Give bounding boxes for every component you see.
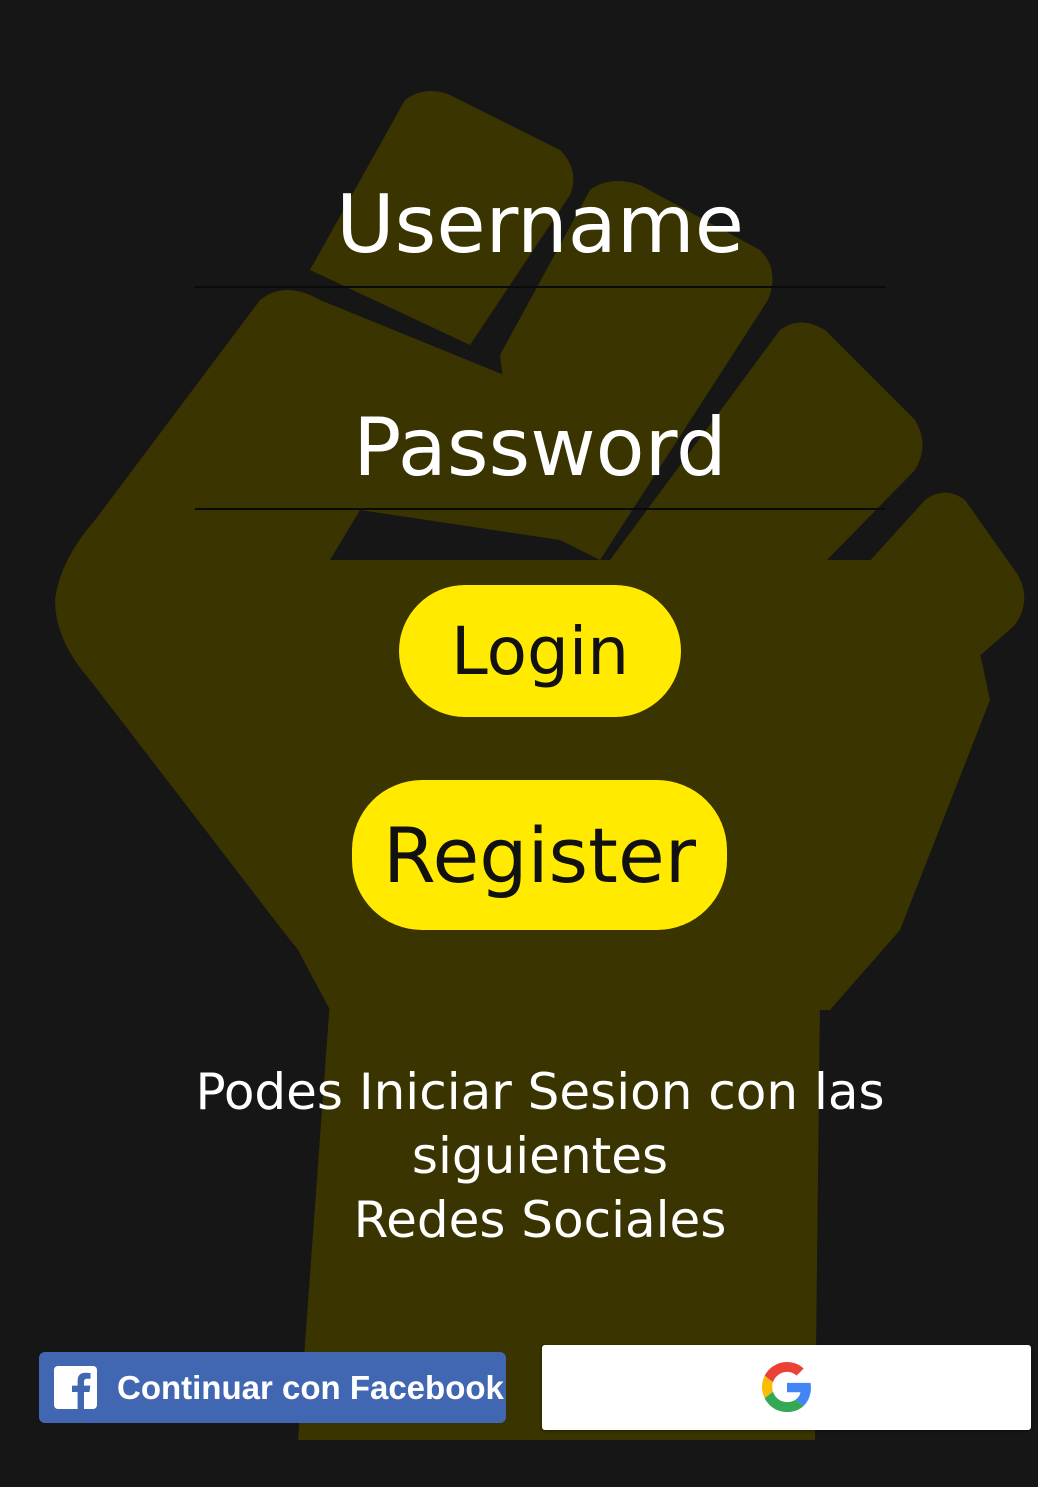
facebook-f-icon <box>54 1366 97 1409</box>
password-underline <box>195 508 885 510</box>
register-button[interactable]: Register <box>352 780 727 930</box>
google-g-icon <box>762 1362 811 1412</box>
facebook-login-button[interactable]: Continuar con Facebook <box>39 1352 506 1423</box>
login-screen: Username Password Login Register Podes I… <box>0 0 1038 1487</box>
google-login-button[interactable] <box>542 1345 1031 1430</box>
register-button-label: Register <box>383 810 696 900</box>
login-button[interactable]: Login <box>399 585 681 717</box>
facebook-button-label: Continuar con Facebook <box>117 1369 504 1406</box>
password-placeholder: Password <box>353 401 727 494</box>
username-placeholder: Username <box>336 178 744 271</box>
username-input[interactable]: Username <box>195 175 885 275</box>
password-input[interactable]: Password <box>195 398 885 498</box>
social-login-info: Podes Iniciar Sesion con las siguientes … <box>60 1060 1020 1252</box>
login-button-label: Login <box>450 612 630 690</box>
social-info-line-2: Redes Sociales <box>353 1191 727 1249</box>
social-info-line-1: Podes Iniciar Sesion con las siguientes <box>195 1063 885 1185</box>
username-underline <box>195 286 885 288</box>
